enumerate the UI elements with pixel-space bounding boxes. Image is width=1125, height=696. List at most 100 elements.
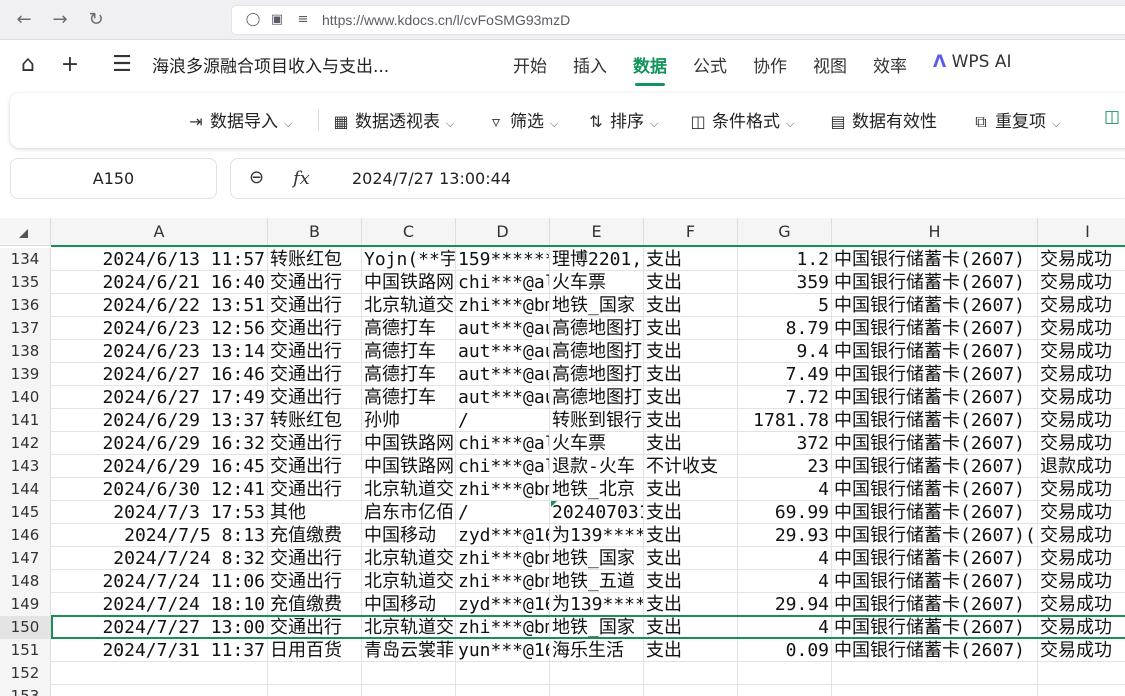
cell-f135[interactable]: 支出 xyxy=(644,271,738,294)
column-header-a[interactable]: A xyxy=(51,218,268,246)
cell-f142[interactable]: 支出 xyxy=(644,432,738,455)
cell-b141[interactable]: 转账红包 xyxy=(268,409,362,432)
cell-f137[interactable]: 支出 xyxy=(644,317,738,340)
cell-g138[interactable]: 9.4 xyxy=(738,340,832,363)
cell-g145[interactable]: 69.99 xyxy=(738,501,832,524)
cell-e138[interactable]: 高德地图打 xyxy=(550,340,644,363)
cell-c140[interactable]: 高德打车 xyxy=(362,386,456,409)
sort-button[interactable]: ⇅ 排序 ⌵ xyxy=(586,107,658,132)
cell-d151[interactable]: yun***@16 xyxy=(456,639,550,662)
address-bar[interactable]: ◯ ▣ ≡ https://www.kdocs.cn/l/cvFoSMG93mz… xyxy=(231,5,1125,35)
row-header[interactable]: 137 xyxy=(0,317,51,340)
formula-input[interactable]: 2024/7/27 13:00:44 xyxy=(352,169,511,188)
cell-i151[interactable]: 交易成功 xyxy=(1038,639,1125,662)
row-header[interactable]: 138 xyxy=(0,340,51,363)
cell-d144[interactable]: zhi***@bm xyxy=(456,478,550,501)
column-header-b[interactable]: B xyxy=(268,218,362,246)
cell-c141[interactable]: 孙帅 xyxy=(362,409,456,432)
column-header-e[interactable]: E xyxy=(550,218,644,246)
cell-f145[interactable]: 支出 xyxy=(644,501,738,524)
column-header-g[interactable]: G xyxy=(738,218,832,246)
tab-efficiency[interactable]: 效率 xyxy=(873,52,907,77)
cell-h148[interactable]: 中国银行储蓄卡(2607) xyxy=(832,570,1038,593)
cell-d140[interactable]: aut***@au xyxy=(456,386,550,409)
cell-d134[interactable]: 159******* xyxy=(456,248,550,271)
cell-d145[interactable]: / xyxy=(456,501,550,524)
cell-a143[interactable]: 2024/6/29 16:45 xyxy=(51,455,268,478)
cell-g146[interactable]: 29.93 xyxy=(738,524,832,547)
cell-f141[interactable]: 支出 xyxy=(644,409,738,432)
cell-i147[interactable]: 交易成功 xyxy=(1038,547,1125,570)
cell-d143[interactable]: chi***@al xyxy=(456,455,550,478)
column-header-d[interactable]: D xyxy=(456,218,550,246)
pivot-table-button[interactable]: ▦ 数据透视表 ⌵ xyxy=(331,107,454,132)
cell-f140[interactable]: 支出 xyxy=(644,386,738,409)
column-header-c[interactable]: C xyxy=(362,218,456,246)
cell-a150[interactable]: 2024/7/27 13:00 xyxy=(51,616,268,639)
cell-a148[interactable]: 2024/7/24 11:06 xyxy=(51,570,268,593)
fx-icon[interactable]: fx xyxy=(293,168,310,189)
cell-b144[interactable]: 交通出行 xyxy=(268,478,362,501)
reload-icon[interactable]: ↻ xyxy=(84,8,108,32)
cell-d136[interactable]: zhi***@bm xyxy=(456,294,550,317)
cell-e151[interactable]: 海乐生活 xyxy=(550,639,644,662)
cell-b136[interactable]: 交通出行 xyxy=(268,294,362,317)
cell-c145[interactable]: 启东市亿佰 xyxy=(362,501,456,524)
cell-a151[interactable]: 2024/7/31 11:37 xyxy=(51,639,268,662)
cell-d149[interactable]: zyd***@16 xyxy=(456,593,550,616)
cell-c147[interactable]: 北京轨道交 xyxy=(362,547,456,570)
spreadsheet-grid[interactable]: A B C D E F G H I 134 2024/6/13 11:57 转账红包 Yojn(**宇 1… xyxy=(0,218,1125,696)
cell-h152[interactable] xyxy=(832,662,1038,685)
column-header-i[interactable]: I xyxy=(1038,218,1125,246)
cell-g135[interactable]: 359 xyxy=(738,271,832,294)
cell-h139[interactable]: 中国银行储蓄卡(2607) xyxy=(832,363,1038,386)
add-icon[interactable]: + xyxy=(57,52,83,78)
cell-e139[interactable]: 高德地图打 xyxy=(550,363,644,386)
row-header[interactable]: 140 xyxy=(0,386,51,409)
cell-a142[interactable]: 2024/6/29 16:32 xyxy=(51,432,268,455)
cell-e143[interactable]: 退款-火车 xyxy=(550,455,644,478)
name-box[interactable]: A150 xyxy=(10,158,217,199)
cell-c149[interactable]: 中国移动 xyxy=(362,593,456,616)
row-header[interactable]: 148 xyxy=(0,570,51,593)
row-header[interactable]: 152 xyxy=(0,662,51,685)
cell-c153[interactable] xyxy=(362,685,456,696)
cell-a152[interactable] xyxy=(51,662,268,685)
url-text[interactable]: https://www.kdocs.cn/l/cvFoSMG93mzD xyxy=(322,12,570,28)
cell-b134[interactable]: 转账红包 xyxy=(268,248,362,271)
row-header[interactable]: 134 xyxy=(0,248,51,271)
tab-insert[interactable]: 插入 xyxy=(573,52,607,77)
cell-f153[interactable] xyxy=(644,685,738,696)
cell-a147[interactable]: 2024/7/24 8:32 xyxy=(51,547,268,570)
cell-a141[interactable]: 2024/6/29 13:37 xyxy=(51,409,268,432)
tab-formula[interactable]: 公式 xyxy=(693,52,727,77)
menu-icon[interactable]: ☰ xyxy=(109,52,135,78)
cell-a149[interactable]: 2024/7/24 18:10 xyxy=(51,593,268,616)
tab-wps-ai[interactable]: Λ WPS AI xyxy=(933,52,1011,72)
arrow-left-icon[interactable]: ← xyxy=(12,8,36,32)
row-header[interactable]: 139 xyxy=(0,363,51,386)
cell-i139[interactable]: 交易成功 xyxy=(1038,363,1125,386)
formula-bar[interactable]: ⊖ fx 2024/7/27 13:00:44 xyxy=(230,158,1125,199)
cell-f147[interactable]: 支出 xyxy=(644,547,738,570)
cell-d141[interactable]: / xyxy=(456,409,550,432)
arrow-right-icon[interactable]: → xyxy=(48,8,72,32)
cell-b149[interactable]: 充值缴费 xyxy=(268,593,362,616)
cell-c152[interactable] xyxy=(362,662,456,685)
cell-c136[interactable]: 北京轨道交 xyxy=(362,294,456,317)
cell-h137[interactable]: 中国银行储蓄卡(2607) xyxy=(832,317,1038,340)
cell-f136[interactable]: 支出 xyxy=(644,294,738,317)
row-header[interactable]: 153 xyxy=(0,685,51,696)
cell-c143[interactable]: 中国铁路网 xyxy=(362,455,456,478)
cell-b142[interactable]: 交通出行 xyxy=(268,432,362,455)
cell-i138[interactable]: 交易成功 xyxy=(1038,340,1125,363)
cell-i145[interactable]: 交易成功 xyxy=(1038,501,1125,524)
cell-e144[interactable]: 地铁_北京 xyxy=(550,478,644,501)
cell-d152[interactable] xyxy=(456,662,550,685)
cell-d139[interactable]: aut***@au xyxy=(456,363,550,386)
cell-f150[interactable]: 支出 xyxy=(644,616,738,639)
document-title[interactable]: 海浪多源融合项目收入与支出... xyxy=(152,52,389,77)
cell-i142[interactable]: 交易成功 xyxy=(1038,432,1125,455)
cell-e146[interactable]: 为139**** xyxy=(550,524,644,547)
cell-b140[interactable]: 交通出行 xyxy=(268,386,362,409)
